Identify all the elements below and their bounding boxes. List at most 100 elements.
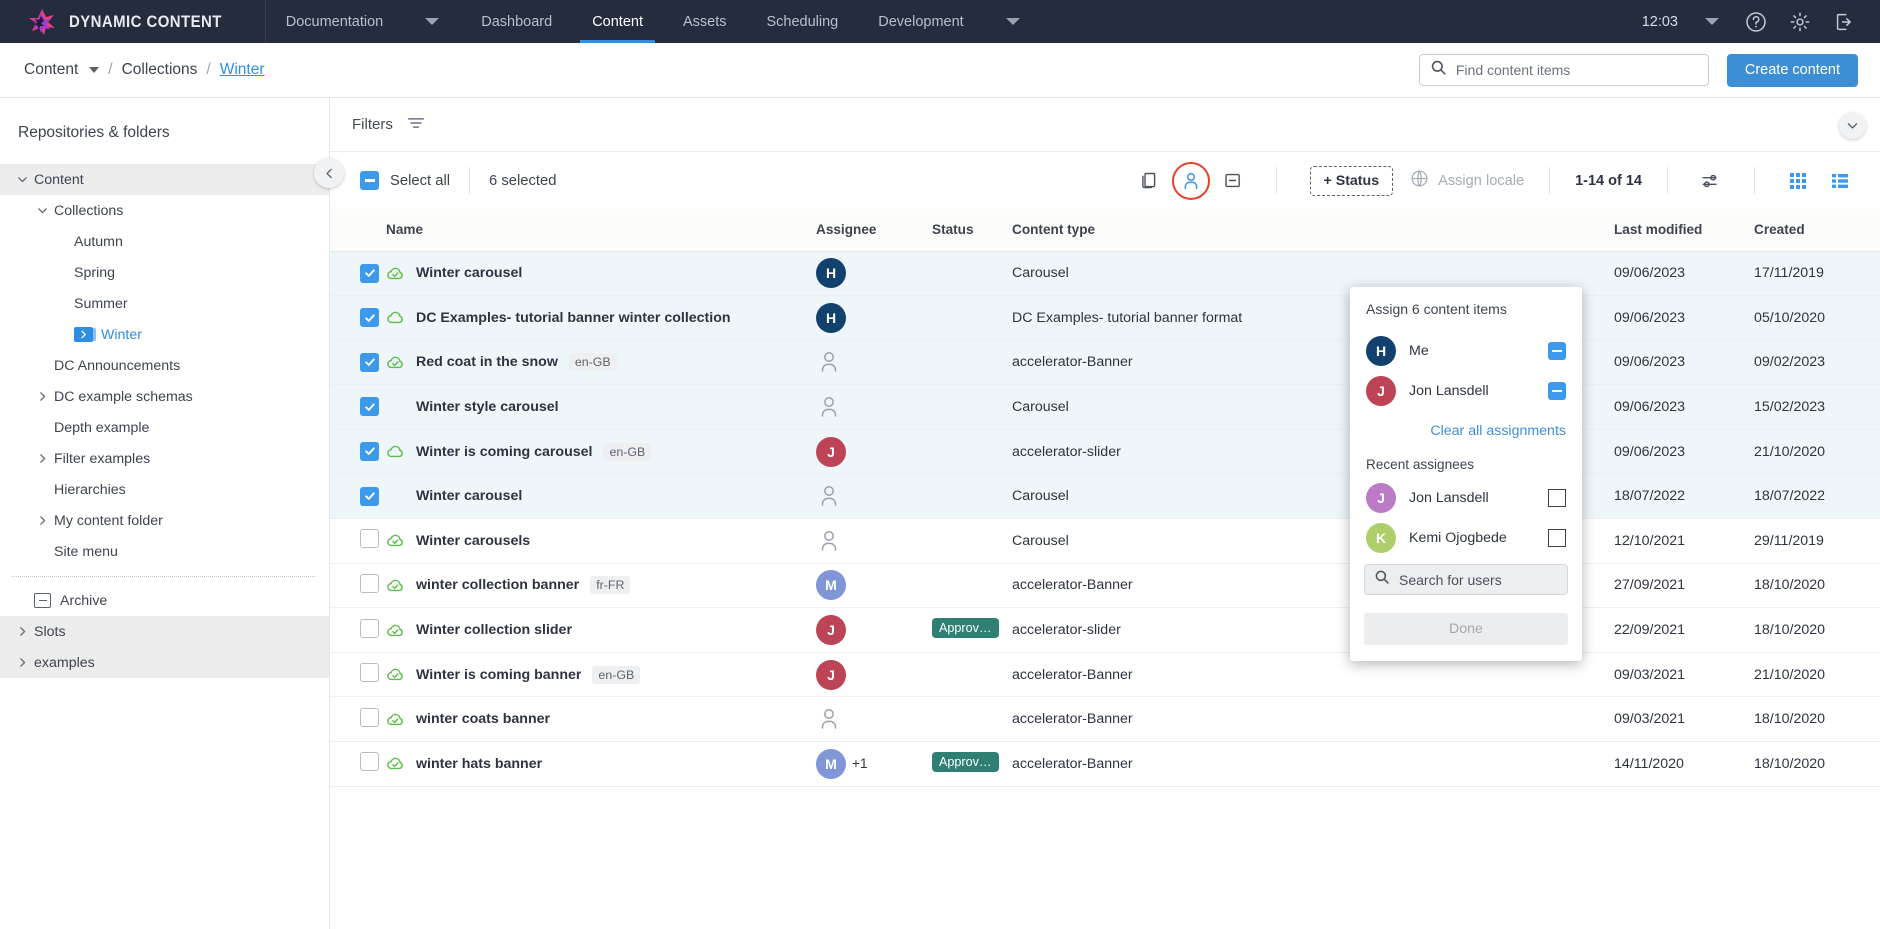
select-all-checkbox[interactable]: [360, 171, 379, 190]
nav-item-assets[interactable]: Assets: [663, 0, 747, 43]
remove-assignee-button[interactable]: [1548, 342, 1566, 360]
account-dropdown-caret[interactable]: [1690, 0, 1734, 43]
filter-icon[interactable]: [406, 113, 426, 137]
col-content-type[interactable]: Content type: [1012, 209, 1614, 252]
copy-icon[interactable]: [1131, 163, 1167, 199]
row-name[interactable]: Winter is coming carousel: [416, 444, 592, 460]
sidebar-item-filter-examples[interactable]: Filter examples: [0, 443, 329, 474]
chevron-down-icon[interactable]: [10, 173, 34, 186]
nav-item-dashboard[interactable]: Dashboard: [461, 0, 572, 43]
create-content-button[interactable]: Create content: [1726, 53, 1858, 87]
filters-expand-button[interactable]: [1839, 112, 1866, 139]
breadcrumb-dropdown-caret[interactable]: [89, 67, 100, 73]
table-row[interactable]: Winter carousel H Carousel 09/06/2023 17/11/…: [330, 251, 1880, 297]
chevron-right-icon[interactable]: [10, 625, 34, 638]
row-name[interactable]: winter coats banner: [416, 711, 550, 727]
settings-sliders-icon[interactable]: [1693, 163, 1729, 199]
gear-icon[interactable]: [1778, 0, 1822, 43]
sidebar-item-examples[interactable]: examples: [0, 647, 329, 678]
brand[interactable]: DYNAMIC CONTENT: [0, 0, 266, 43]
sidebar-item-dc-example-schemas[interactable]: DC example schemas: [0, 381, 329, 412]
row-name[interactable]: Winter style carousel: [416, 399, 559, 415]
sidebar-item-my-content-folder[interactable]: My content folder: [0, 505, 329, 536]
table-row[interactable]: Winter is coming banner en-GB Jaccelerator…: [330, 652, 1880, 698]
row-name[interactable]: Winter collection slider: [416, 622, 572, 638]
sidebar-item-collections[interactable]: Collections: [0, 195, 329, 226]
search-input[interactable]: Find content items: [1418, 54, 1709, 86]
row-checkbox[interactable]: [360, 441, 379, 461]
assignee-checkbox[interactable]: [1548, 489, 1566, 507]
row-checkbox[interactable]: [360, 263, 379, 283]
chevron-right-icon[interactable]: [30, 514, 54, 527]
table-row[interactable]: Winter carousel Carousel 18/07/2022 18/07/2…: [330, 473, 1880, 520]
row-checkbox[interactable]: [360, 707, 379, 727]
sidebar-collapse-button[interactable]: [314, 158, 344, 188]
col-name[interactable]: Name: [386, 209, 816, 252]
development-dropdown-caret[interactable]: [984, 0, 1042, 43]
chevron-down-icon[interactable]: [30, 204, 54, 217]
row-checkbox[interactable]: [360, 752, 379, 772]
logout-icon[interactable]: [1822, 0, 1866, 43]
row-name[interactable]: Winter carousel: [416, 488, 522, 504]
sidebar-item-dc-announcements[interactable]: DC Announcements: [0, 350, 329, 381]
row-name[interactable]: winter hats banner: [416, 756, 542, 772]
table-row[interactable]: Winter collection slider J Approv… accelera…: [330, 607, 1880, 653]
table-row[interactable]: Red coat in the snow en-GB accelerator-Ban…: [330, 340, 1880, 386]
row-checkbox[interactable]: [360, 618, 379, 638]
breadcrumb-winter[interactable]: Winter: [220, 61, 265, 79]
help-icon[interactable]: [1734, 0, 1778, 43]
add-status-button[interactable]: + Status: [1309, 165, 1394, 196]
row-name[interactable]: winter collection banner: [416, 577, 579, 593]
select-all-control[interactable]: Select all: [360, 171, 450, 190]
grid-view-icon[interactable]: [1780, 163, 1816, 199]
row-checkbox[interactable]: [360, 308, 379, 328]
table-row[interactable]: Winter style carousel Carousel 09/06/2023 1…: [330, 384, 1880, 430]
breadcrumb-collections[interactable]: Collections: [122, 61, 198, 79]
table-row[interactable]: Winter carousels Carousel 12/10/2021 29/11/…: [330, 518, 1880, 564]
col-last-modified[interactable]: Last modified: [1614, 209, 1754, 252]
row-checkbox[interactable]: [360, 573, 379, 593]
recent-assignee-row[interactable]: J Jon Lansdell: [1350, 478, 1582, 518]
unassign-icon[interactable]: [1215, 163, 1251, 199]
col-assignee[interactable]: Assignee: [816, 209, 932, 252]
assign-user-icon[interactable]: [1171, 161, 1210, 200]
row-name[interactable]: Winter carousels: [416, 533, 530, 549]
chevron-right-icon[interactable]: [30, 452, 54, 465]
col-created[interactable]: Created: [1754, 209, 1880, 252]
table-row[interactable]: DC Examples- tutorial banner winter coll…: [330, 295, 1880, 341]
col-status[interactable]: Status: [932, 209, 1012, 252]
recent-assignee-row[interactable]: K Kemi Ojogbede: [1350, 518, 1582, 558]
row-name[interactable]: Red coat in the snow: [416, 354, 558, 370]
table-row[interactable]: winter coats banner accelerator-Banner 09/…: [330, 696, 1880, 743]
sidebar-item-summer[interactable]: Summer: [0, 288, 329, 319]
assigned-user-row[interactable]: J Jon Lansdell: [1350, 371, 1582, 411]
sidebar-item-archive[interactable]: Archive: [0, 585, 329, 616]
nav-item-content[interactable]: Content: [572, 0, 663, 43]
row-checkbox[interactable]: [360, 352, 379, 372]
clear-all-assignments-link[interactable]: Clear all assignments: [1350, 411, 1582, 453]
documentation-dropdown-caret[interactable]: [403, 0, 461, 43]
sidebar-item-winter[interactable]: Winter: [0, 319, 329, 350]
done-button[interactable]: Done: [1364, 613, 1568, 645]
sidebar-item-autumn[interactable]: Autumn: [0, 226, 329, 257]
table-row[interactable]: winter hats banner M +1 Approv… accelerator-…: [330, 741, 1880, 787]
sidebar-item-site-menu[interactable]: Site menu: [0, 536, 329, 567]
sidebar-item-content[interactable]: Content: [0, 164, 329, 195]
assignee-checkbox[interactable]: [1548, 529, 1566, 547]
nav-item-documentation[interactable]: Documentation: [266, 0, 404, 43]
table-row[interactable]: Winter is coming carousel en-GB Jaccelerat…: [330, 429, 1880, 475]
row-checkbox[interactable]: [360, 529, 379, 549]
nav-item-development[interactable]: Development: [858, 0, 983, 43]
sidebar-item-hierarchies[interactable]: Hierarchies: [0, 474, 329, 505]
row-checkbox[interactable]: [360, 486, 379, 506]
nav-item-scheduling[interactable]: Scheduling: [747, 0, 859, 43]
row-checkbox[interactable]: [360, 397, 379, 417]
user-search-input[interactable]: Search for users: [1364, 564, 1568, 595]
sidebar-item-depth-example[interactable]: Depth example: [0, 412, 329, 443]
list-view-icon[interactable]: [1822, 163, 1858, 199]
breadcrumb-content[interactable]: Content: [24, 61, 78, 79]
row-name[interactable]: DC Examples- tutorial banner winter coll…: [416, 310, 731, 326]
assigned-user-row[interactable]: H Me: [1350, 331, 1582, 371]
filters-label[interactable]: Filters: [352, 116, 393, 133]
sidebar-item-spring[interactable]: Spring: [0, 257, 329, 288]
